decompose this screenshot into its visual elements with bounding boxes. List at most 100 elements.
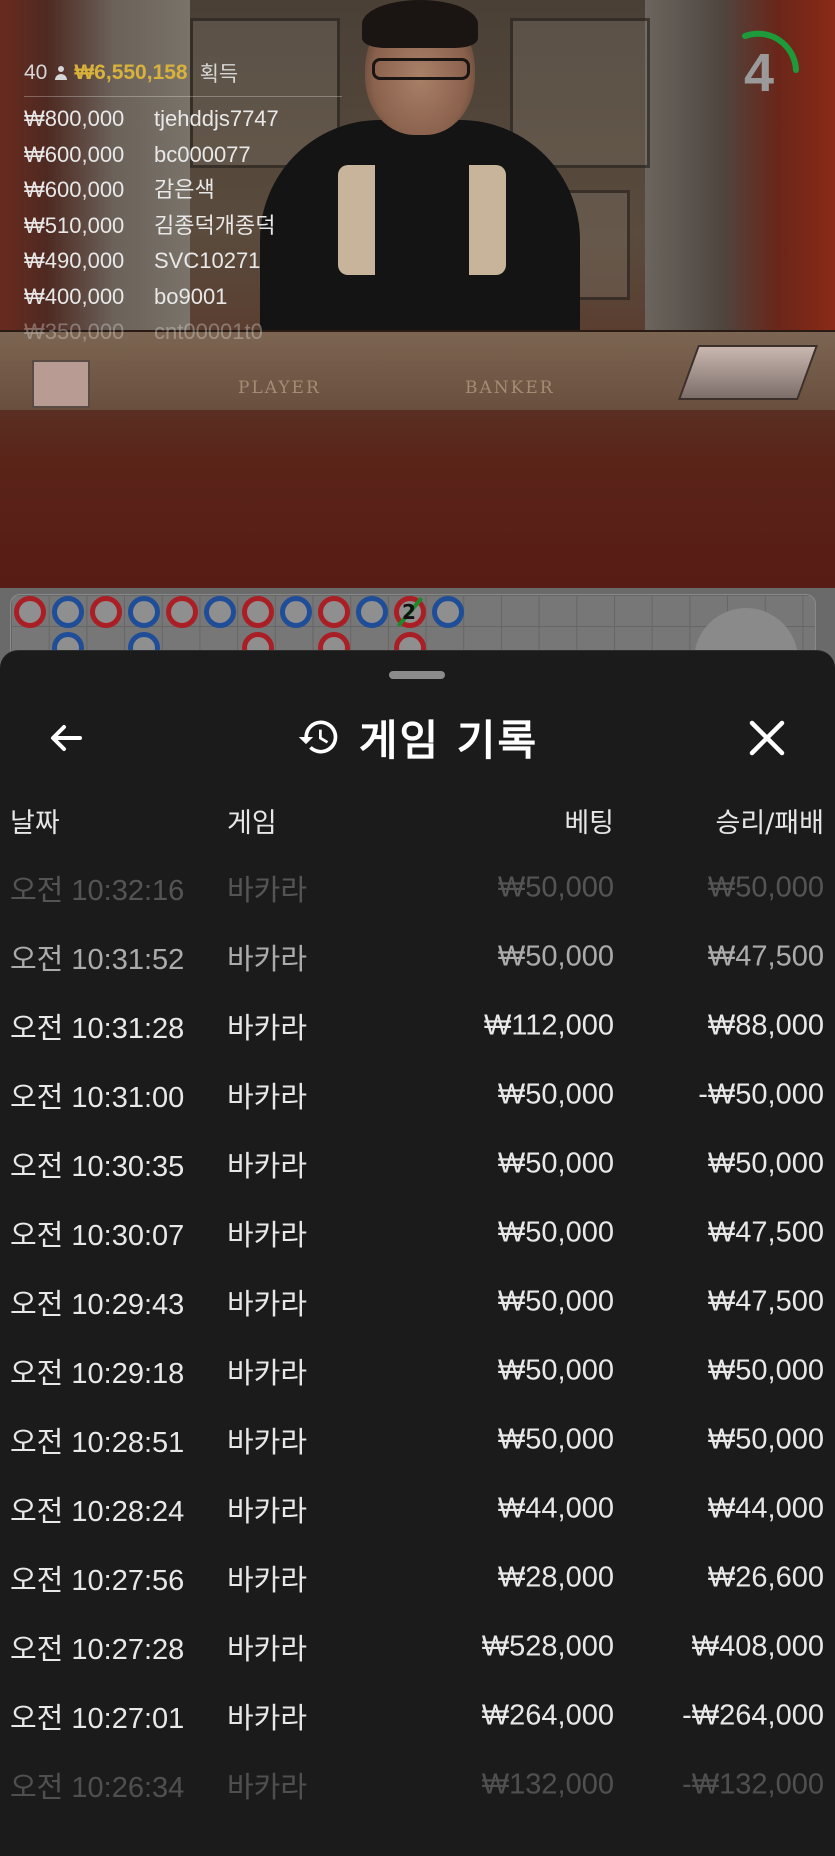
winner-row: ₩400,000 bo9001 bbox=[24, 279, 342, 315]
winner-row: ₩600,000 감은색 bbox=[24, 172, 342, 208]
row-game: 바카라 bbox=[227, 1150, 308, 1183]
winner-name: SVC10271 bbox=[154, 248, 261, 273]
row-result: ₩50,000 bbox=[707, 1423, 824, 1455]
row-time: 오전 10:27:56 bbox=[10, 1564, 185, 1597]
winner-name: bc000077 bbox=[154, 141, 251, 167]
winners-suffix: 획득 bbox=[199, 63, 239, 86]
arrow-left-icon[interactable] bbox=[42, 713, 92, 763]
table-row[interactable]: 오전 10:26:34 바카라 ₩132,000 -₩132,000 bbox=[0, 1750, 835, 1819]
table-row[interactable]: 오전 10:32:16 바카라 ₩50,000 ₩50,000 bbox=[0, 853, 835, 922]
row-result: ₩47,500 bbox=[707, 1285, 824, 1317]
row-bet: ₩50,000 bbox=[497, 940, 614, 972]
row-time: 오전 10:31:00 bbox=[10, 1081, 185, 1114]
table-row[interactable]: 오전 10:28:24 바카라 ₩44,000 ₩44,000 bbox=[0, 1474, 835, 1543]
sheet-header: 게임 기록 bbox=[0, 697, 835, 777]
row-time: 오전 10:27:28 bbox=[10, 1633, 185, 1666]
table-row[interactable]: 오전 10:31:52 바카라 ₩50,000 ₩47,500 bbox=[0, 922, 835, 991]
row-time: 오전 10:28:24 bbox=[10, 1495, 185, 1528]
table-row[interactable]: 오전 10:31:28 바카라 ₩112,000 ₩88,000 bbox=[0, 991, 835, 1060]
winners-total: ₩6,550,158 bbox=[74, 61, 188, 84]
row-result: ₩47,500 bbox=[707, 940, 824, 972]
winner-name: tjehddjs7747 bbox=[154, 106, 279, 131]
table-row[interactable]: 오전 10:27:56 바카라 ₩28,000 ₩26,600 bbox=[0, 1543, 835, 1612]
drag-handle[interactable] bbox=[389, 671, 445, 679]
countdown-number: 4 bbox=[743, 43, 775, 103]
player-bead bbox=[280, 596, 312, 628]
winner-row: ₩350,000 cnt00001t0 bbox=[24, 314, 342, 350]
row-game: 바카라 bbox=[227, 1357, 308, 1390]
table-row[interactable]: 오전 10:29:18 바카라 ₩50,000 ₩50,000 bbox=[0, 1336, 835, 1405]
winner-amount: ₩350,000 bbox=[24, 319, 125, 344]
discard-tray bbox=[32, 360, 90, 408]
row-game: 바카라 bbox=[227, 1081, 308, 1114]
table-row[interactable]: 오전 10:27:28 바카라 ₩528,000 ₩408,000 bbox=[0, 1612, 835, 1681]
winner-amount: ₩490,000 bbox=[24, 248, 125, 273]
card-shoe bbox=[677, 345, 819, 400]
row-bet: ₩264,000 bbox=[481, 1699, 614, 1731]
winner-amount: ₩800,000 bbox=[24, 106, 125, 131]
row-bet: ₩50,000 bbox=[497, 1354, 614, 1386]
tie-count: 2 bbox=[402, 600, 416, 624]
row-time: 오전 10:31:28 bbox=[10, 1012, 185, 1045]
row-bet: ₩132,000 bbox=[481, 1768, 614, 1800]
row-time: 오전 10:31:52 bbox=[10, 943, 185, 976]
winner-name: 김종덕개종덕 bbox=[154, 212, 276, 238]
row-result: ₩50,000 bbox=[707, 1354, 824, 1386]
row-game: 바카라 bbox=[227, 1426, 308, 1459]
row-bet: ₩50,000 bbox=[497, 1147, 614, 1179]
row-bet: ₩50,000 bbox=[497, 1078, 614, 1110]
table-row[interactable]: 오전 10:30:35 바카라 ₩50,000 ₩50,000 bbox=[0, 1129, 835, 1198]
table-row[interactable]: 오전 10:29:43 바카라 ₩50,000 ₩47,500 bbox=[0, 1267, 835, 1336]
winner-row: ₩510,000 김종덕개종덕 bbox=[24, 208, 342, 244]
sheet-title: 게임 기록 bbox=[358, 715, 539, 765]
row-time: 오전 10:27:01 bbox=[10, 1702, 185, 1735]
row-result: ₩50,000 bbox=[707, 871, 824, 903]
live-video: PLAYER BANKER 40 ₩6,550,158 획득 ₩800,000 t… bbox=[0, 0, 835, 588]
row-game: 바카라 bbox=[227, 1633, 308, 1666]
row-game: 바카라 bbox=[227, 1288, 308, 1321]
dealer-glasses bbox=[372, 58, 470, 80]
player-bead bbox=[356, 596, 388, 628]
table-row[interactable]: 오전 10:30:07 바카라 ₩50,000 ₩47,500 bbox=[0, 1198, 835, 1267]
winner-name: 감은색 bbox=[154, 177, 215, 202]
close-icon[interactable] bbox=[742, 713, 792, 763]
banker-bead bbox=[318, 596, 350, 628]
banker-bead bbox=[14, 596, 46, 628]
row-game: 바카라 bbox=[227, 1564, 308, 1597]
game-history-sheet: 게임 기록 날짜 게임 베팅 승리/패배 오전 10:32:16 바카라 ₩50,0… bbox=[0, 650, 835, 1856]
table-row[interactable]: 오전 10:27:01 바카라 ₩264,000 -₩264,000 bbox=[0, 1681, 835, 1750]
row-game: 바카라 bbox=[227, 1495, 308, 1528]
winners-count: 40 bbox=[24, 61, 48, 84]
player-bead bbox=[128, 596, 160, 628]
row-result: -₩50,000 bbox=[698, 1078, 824, 1110]
row-result: ₩88,000 bbox=[707, 1009, 824, 1041]
row-bet: ₩44,000 bbox=[497, 1492, 614, 1524]
row-result: ₩26,600 bbox=[707, 1561, 824, 1593]
row-result: ₩47,500 bbox=[707, 1216, 824, 1248]
table-row[interactable]: 오전 10:28:51 바카라 ₩50,000 ₩50,000 bbox=[0, 1405, 835, 1474]
banker-bead bbox=[166, 596, 198, 628]
winner-amount: ₩400,000 bbox=[24, 283, 125, 309]
banker-bead bbox=[242, 596, 274, 628]
row-result: -₩264,000 bbox=[682, 1699, 824, 1731]
column-game: 게임 bbox=[227, 808, 277, 839]
table-label-banker: BANKER bbox=[465, 378, 555, 398]
title-group: 게임 기록 bbox=[0, 697, 835, 777]
player-bead bbox=[52, 596, 84, 628]
row-result: -₩132,000 bbox=[682, 1768, 824, 1800]
winner-amount: ₩600,000 bbox=[24, 141, 125, 167]
winner-row: ₩800,000 tjehddjs7747 bbox=[24, 101, 342, 137]
row-bet: ₩528,000 bbox=[481, 1630, 614, 1662]
winner-row: ₩490,000 SVC10271 bbox=[24, 243, 342, 279]
row-game: 바카라 bbox=[227, 1012, 308, 1045]
winner-amount: ₩510,000 bbox=[24, 212, 125, 238]
winners-summary: 40 ₩6,550,158 획득 bbox=[24, 58, 342, 97]
dealer-hair bbox=[362, 0, 478, 48]
player-bead bbox=[432, 596, 464, 628]
dealer-vest bbox=[338, 165, 506, 275]
table-row[interactable]: 오전 10:31:00 바카라 ₩50,000 -₩50,000 bbox=[0, 1060, 835, 1129]
column-win-loss: 승리/패배 bbox=[715, 808, 824, 839]
column-bet: 베팅 bbox=[564, 808, 614, 839]
user-icon bbox=[55, 66, 68, 80]
row-bet: ₩50,000 bbox=[497, 1423, 614, 1455]
